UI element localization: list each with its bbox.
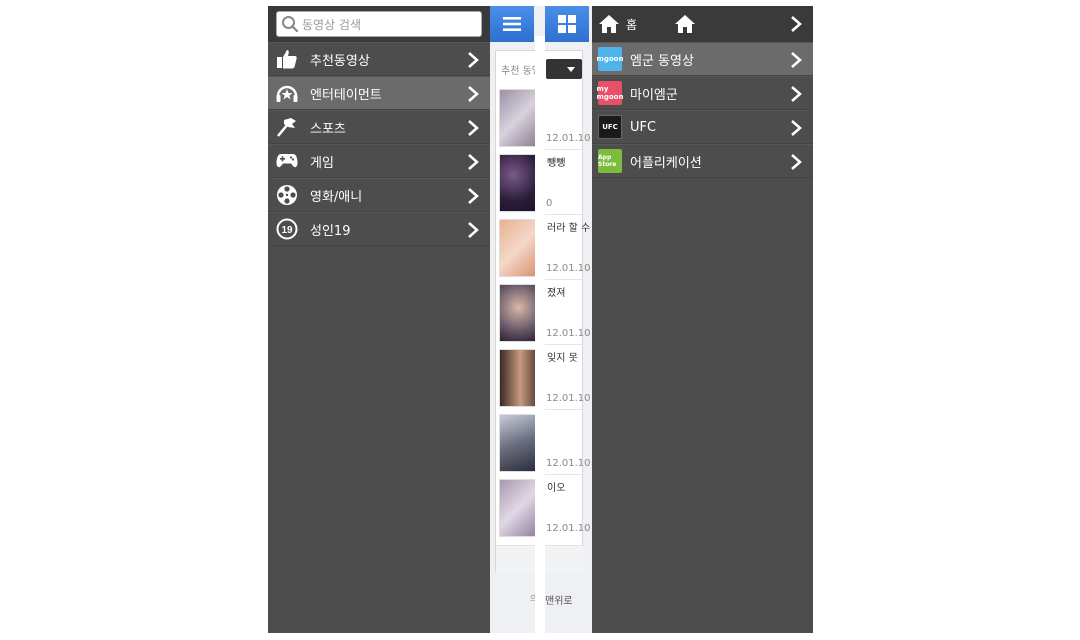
menu-item-mgoon-video[interactable]: mgoon 엠군 동영상 — [592, 42, 813, 76]
video-thumbnail — [499, 414, 538, 472]
chevron-right-icon — [468, 154, 479, 170]
video-thumbnail — [499, 349, 538, 407]
search-bar: 동영상 검색 — [268, 6, 490, 42]
headphones-star-icon — [275, 81, 299, 105]
chevron-right-icon — [791, 86, 802, 102]
chevron-down-icon[interactable] — [546, 59, 582, 79]
home-icon[interactable] — [674, 14, 696, 34]
video-date: 12.01.10 — [546, 133, 591, 144]
chevron-right-icon — [468, 222, 479, 238]
search-input[interactable]: 동영상 검색 — [276, 11, 482, 37]
film-reel-icon — [275, 183, 299, 207]
app-store-logo-icon: App Store — [598, 149, 622, 173]
video-date: 12.01.10 — [546, 523, 591, 534]
menu-item-label: 마이엠군 — [630, 87, 678, 103]
menu-item-entertainment[interactable]: 엔터테이먼트 — [268, 76, 490, 110]
video-thumbnail — [499, 154, 538, 212]
panel-gap — [535, 36, 545, 633]
menu-item-label: 추천동영상 — [310, 53, 370, 69]
video-date: 12.01.10 — [546, 328, 591, 339]
video-title: 뺑뺑 — [547, 158, 566, 169]
chevron-right-icon — [791, 154, 802, 170]
menu-item-sports[interactable]: 스포츠 — [268, 110, 490, 144]
home-header[interactable]: 홈 — [592, 6, 813, 42]
divider — [544, 149, 582, 150]
menu-item-label: 엠군 동영상 — [630, 53, 694, 69]
sports-flag-icon — [275, 115, 299, 139]
chevron-right-icon — [791, 16, 802, 32]
video-date: 12.01.10 — [546, 393, 591, 404]
menu-item-ufc[interactable]: UFC UFC — [592, 110, 813, 144]
video-date: 0 — [546, 198, 553, 209]
video-title: 졌져 — [547, 288, 566, 299]
video-thumbnail — [499, 284, 538, 342]
video-date: 12.01.10 — [546, 263, 591, 274]
menu-item-label: 게임 — [310, 155, 334, 171]
chevron-right-icon — [468, 120, 479, 136]
ufc-logo-icon: UFC — [598, 115, 622, 139]
video-title: 이오 — [547, 483, 566, 494]
menu-item-label: 어플리케이션 — [630, 155, 702, 171]
age-19-icon: 19 — [275, 217, 299, 241]
menu-item-recommended[interactable]: 추천동영상 — [268, 42, 490, 76]
my-mgoon-logo-icon: my mgoon — [597, 81, 623, 105]
service-menu-panel: 홈 mgoon 엠군 동영상 my mgoon 마이엠군 UFC UFC App… — [592, 6, 813, 633]
chevron-right-icon — [468, 52, 479, 68]
divider — [544, 474, 582, 475]
video-title: 잊지 못 — [547, 353, 578, 364]
menu-item-game[interactable]: 게임 — [268, 144, 490, 178]
gamepad-icon — [275, 149, 299, 173]
menu-item-label: 성인19 — [310, 223, 351, 239]
video-thumbnail — [499, 219, 538, 277]
menu-item-label: UFC — [630, 119, 657, 135]
grid-view-button[interactable] — [545, 6, 589, 42]
svg-text:19: 19 — [281, 225, 293, 236]
home-label: 홈 — [626, 17, 638, 32]
hamburger-menu-icon — [503, 17, 521, 31]
divider — [544, 279, 582, 280]
menu-item-my-mgoon[interactable]: my mgoon 마이엠군 — [592, 76, 813, 110]
divider — [544, 344, 582, 345]
mgoon-logo-icon: mgoon — [597, 47, 623, 71]
scroll-to-top-link[interactable]: 맨위로 — [545, 592, 573, 607]
category-menu-panel: 동영상 검색 추천동영상 엔터테이먼트 스포츠 게임 영화/애니 19 성인19 — [268, 6, 490, 633]
menu-item-label: 영화/애니 — [310, 189, 363, 205]
menu-item-movie-anime[interactable]: 영화/애니 — [268, 178, 490, 212]
chevron-right-icon — [791, 120, 802, 136]
video-thumbnail — [499, 479, 538, 537]
video-title: 러라 할 수 — [547, 223, 591, 234]
app-screen: 동영상 검색 추천동영상 엔터테이먼트 스포츠 게임 영화/애니 19 성인19… — [0, 0, 1080, 640]
divider — [544, 409, 582, 410]
menu-item-label: 스포츠 — [310, 121, 346, 137]
chevron-right-icon — [791, 52, 802, 68]
divider — [544, 214, 582, 215]
chevron-right-icon — [468, 86, 479, 102]
search-placeholder: 동영상 검색 — [302, 17, 362, 32]
chevron-right-icon — [468, 188, 479, 204]
menu-button[interactable] — [490, 6, 534, 42]
menu-item-adult-19[interactable]: 19 성인19 — [268, 212, 490, 246]
menu-item-application[interactable]: App Store 어플리케이션 — [592, 144, 813, 178]
grid-icon — [558, 15, 576, 33]
thumbs-up-icon — [275, 47, 299, 71]
video-thumbnail — [499, 89, 538, 147]
menu-item-label: 엔터테이먼트 — [310, 87, 382, 103]
video-date: 12.01.10 — [546, 458, 591, 469]
home-icon — [599, 15, 619, 33]
search-icon — [282, 16, 299, 33]
